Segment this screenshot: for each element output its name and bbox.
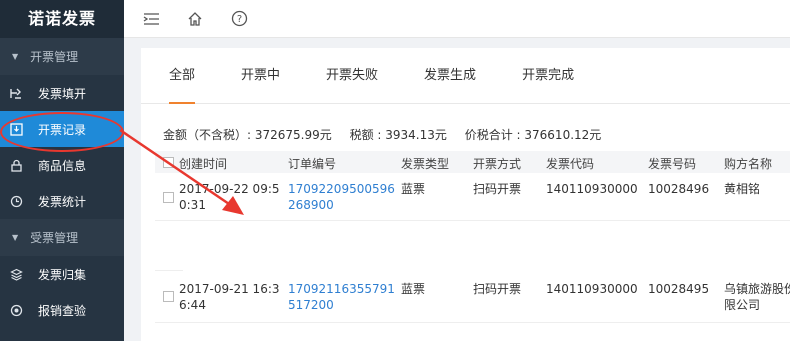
sidebar-item-label: 发票归集: [38, 267, 87, 282]
caret-down-icon: ▼: [12, 52, 19, 61]
tax-amount: 税额 : 3934.13元: [349, 128, 447, 142]
header-invoice-code: 发票代码: [546, 157, 595, 171]
layers-icon: [9, 267, 23, 281]
cell-invoice-number: 10028495: [648, 282, 710, 296]
cell-invoice-code: 140110930000: [546, 182, 638, 196]
order-number-link[interactable]: 17092116355791 517200: [288, 281, 395, 313]
tab-all[interactable]: 全部: [169, 47, 196, 104]
home-icon[interactable]: [186, 10, 204, 28]
sidebar-group-label: 开票管理: [30, 50, 79, 64]
order-number-link[interactable]: 17092209500596 268900: [288, 181, 395, 213]
tab-invoicing-complete[interactable]: 开票完成: [522, 47, 574, 103]
header-invoice-method: 开票方式: [473, 157, 522, 171]
tab-invoicing[interactable]: 开票中: [241, 47, 280, 103]
invoice-fill-icon: [9, 86, 23, 100]
cell-invoice-number: 10028496: [648, 182, 710, 196]
sidebar-item-label: 报销查验: [38, 303, 87, 318]
svg-text:?: ?: [236, 14, 241, 25]
header-invoice-number: 发票号码: [648, 157, 697, 171]
cell-create-time: 2017-09-21 16:3 6:44: [179, 282, 280, 312]
row-divider: [155, 270, 183, 271]
header-buyer-name: 购方名称: [724, 157, 773, 171]
sidebar-item-invoice-stats[interactable]: 发票统计: [0, 183, 124, 219]
tab-invoicing-failed[interactable]: 开票失败: [326, 47, 378, 103]
sidebar-item-reimbursement-check[interactable]: 报销查验: [0, 292, 124, 328]
total-amount: 价税合计 : 376610.12元: [464, 128, 602, 142]
caret-down-icon: ▼: [12, 233, 19, 242]
header-invoice-type: 发票类型: [401, 157, 450, 171]
lock-icon: [9, 158, 23, 172]
invoice-table: 创建时间 订单编号 发票类型 开票方式 发票代码 发票号码 购方名称 2017-…: [155, 151, 790, 323]
sidebar-item-product-info[interactable]: 商品信息: [0, 147, 124, 183]
circle-icon: [9, 303, 23, 317]
cell-invoice-method: 扫码开票: [473, 182, 522, 196]
sidebar-item-invoice-fill[interactable]: 发票填开: [0, 75, 124, 111]
status-tabs: 全部 开票中 开票失败 发票生成 开票完成: [141, 48, 790, 104]
header-create-time: 创建时间: [179, 157, 228, 171]
top-bar: ?: [124, 0, 790, 38]
cell-invoice-type: 蓝票: [401, 282, 426, 296]
cell-invoice-method: 扫码开票: [473, 282, 522, 296]
amount-summary: 金额（不含税）: 372675.99元 税额 : 3934.13元 价税合计 :…: [163, 126, 615, 143]
row-checkbox[interactable]: [163, 291, 174, 302]
main-panel: 全部 开票中 开票失败 发票生成 开票完成 金额（不含税）: 372675.99…: [141, 48, 790, 341]
cell-buyer-name: 黄相铭: [724, 182, 761, 196]
row-checkbox[interactable]: [163, 192, 174, 203]
sidebar-group-invoice-management[interactable]: ▼ 开票管理: [0, 38, 124, 75]
sidebar-item-invoice-collection[interactable]: 发票归集: [0, 256, 124, 292]
brand-logo: 诺诺发票: [0, 0, 124, 38]
sidebar: 诺诺发票 ▼ 开票管理 发票填开 开票记录 商品信息 发票统计 ▼ 受票管理 发…: [0, 0, 124, 341]
cell-invoice-type: 蓝票: [401, 182, 426, 196]
table-header: 创建时间 订单编号 发票类型 开票方式 发票代码 发票号码 购方名称: [155, 151, 790, 173]
annotation-ellipse: [0, 112, 124, 152]
table-row[interactable]: 2017-09-22 09:5 0:31 17092209500596 2689…: [155, 173, 790, 221]
sidebar-item-label: 发票填开: [38, 86, 87, 101]
help-icon[interactable]: ?: [230, 10, 248, 28]
sidebar-group-receipt-management[interactable]: ▼ 受票管理: [0, 219, 124, 256]
tab-invoice-generated[interactable]: 发票生成: [424, 47, 476, 103]
sidebar-item-label: 发票统计: [38, 194, 87, 209]
select-all-checkbox[interactable]: [163, 157, 174, 168]
cell-invoice-code: 140110930000: [546, 282, 638, 296]
clock-icon: [9, 194, 23, 208]
sidebar-group-label: 受票管理: [30, 231, 79, 245]
sidebar-item-label: 商品信息: [38, 158, 87, 173]
cell-buyer-name: 乌镇旅游股份 限公司: [724, 282, 790, 312]
header-order-number: 订单编号: [288, 157, 337, 171]
menu-fold-icon[interactable]: [142, 10, 160, 28]
table-row[interactable]: 2017-09-21 16:3 6:44 17092116355791 5172…: [155, 275, 790, 323]
amount-excl-tax: 金额（不含税）: 372675.99元: [163, 128, 332, 142]
cell-create-time: 2017-09-22 09:5 0:31: [179, 182, 280, 212]
